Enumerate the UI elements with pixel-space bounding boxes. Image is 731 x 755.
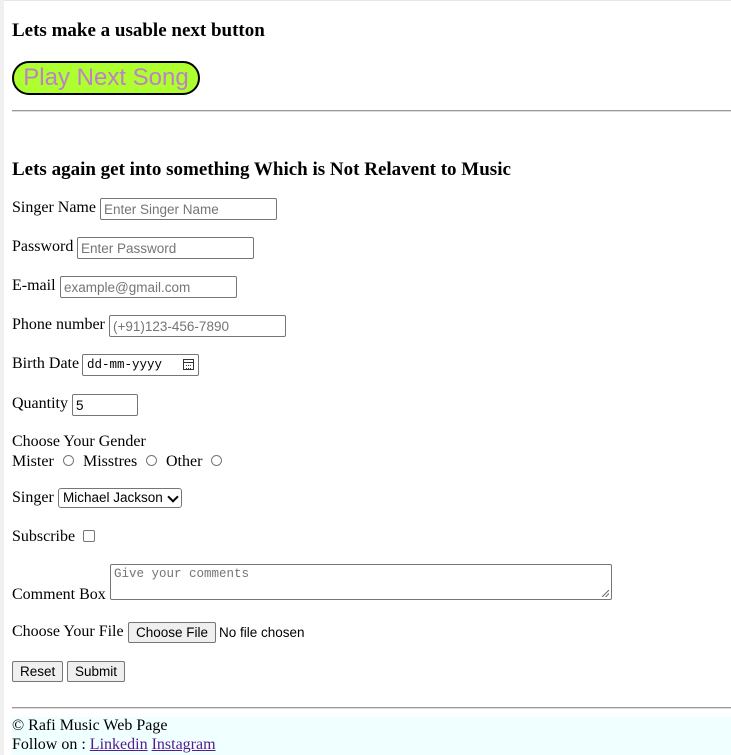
gender-option-misstres-label: Misstres [83,453,138,470]
divider-2 [12,707,731,709]
footer-follow-line: Follow on : Linkedin Instagram [12,736,216,754]
gender-label: Choose Your Gender [12,433,146,450]
resize-handle-icon[interactable] [602,590,609,597]
file-label: Choose Your File [12,623,124,640]
subscribe-label: Subscribe [12,528,76,545]
gender-option-mister-label: Mister [12,453,54,470]
file-status: No file chosen [219,625,305,640]
birth-date-placeholder: dd-mm-yyyy [87,358,163,372]
section1-heading: Lets make a usable next button [12,20,265,41]
choose-file-button[interactable]: Choose File [128,622,217,643]
calendar-icon[interactable] [183,359,194,370]
email-label: E-mail [12,277,56,294]
quantity-label: Quantity [12,395,68,412]
footer: © Rafi Music Web Page Follow on : Linked… [12,717,731,755]
subscribe-checkbox[interactable] [83,530,95,542]
divider-1 [12,110,731,112]
email-input[interactable] [60,276,237,298]
submit-button[interactable]: Submit [67,661,126,682]
gender-radio-other[interactable] [211,455,222,466]
quantity-input[interactable] [72,394,138,416]
footer-follow-label: Follow on : [12,736,90,753]
comment-textarea[interactable]: Give your comments [110,564,612,600]
phone-label: Phone number [12,316,105,333]
phone-input[interactable] [109,315,286,337]
chevron-down-icon [167,491,179,503]
play-next-song-button[interactable]: Play Next Song [12,61,200,95]
gender-option-other-label: Other [166,453,203,470]
instagram-link[interactable]: Instagram [152,736,216,753]
singer-name-input[interactable] [100,198,277,220]
footer-copyright: © Rafi Music Web Page [12,717,168,734]
singer-name-label: Singer Name [12,199,96,216]
birth-date-input[interactable]: dd-mm-yyyy [82,354,199,376]
birth-date-label: Birth Date [12,355,80,372]
password-label: Password [12,238,74,255]
singer-select-label: Singer [12,489,54,506]
left-scroll-edge [0,0,4,755]
top-border [0,0,731,1]
password-input[interactable] [77,237,254,259]
linkedin-link[interactable]: Linkedin [90,736,148,753]
comment-label: Comment Box [12,586,106,603]
singer-select-value: Michael Jackson [63,490,163,505]
reset-button[interactable]: Reset [12,661,64,682]
section2-heading: Lets again get into something Which is N… [12,159,511,180]
gender-radio-mister[interactable] [63,455,74,466]
singer-select[interactable]: Michael Jackson [58,488,182,508]
comment-placeholder: Give your comments [114,567,250,581]
gender-radio-misstres[interactable] [146,455,157,466]
